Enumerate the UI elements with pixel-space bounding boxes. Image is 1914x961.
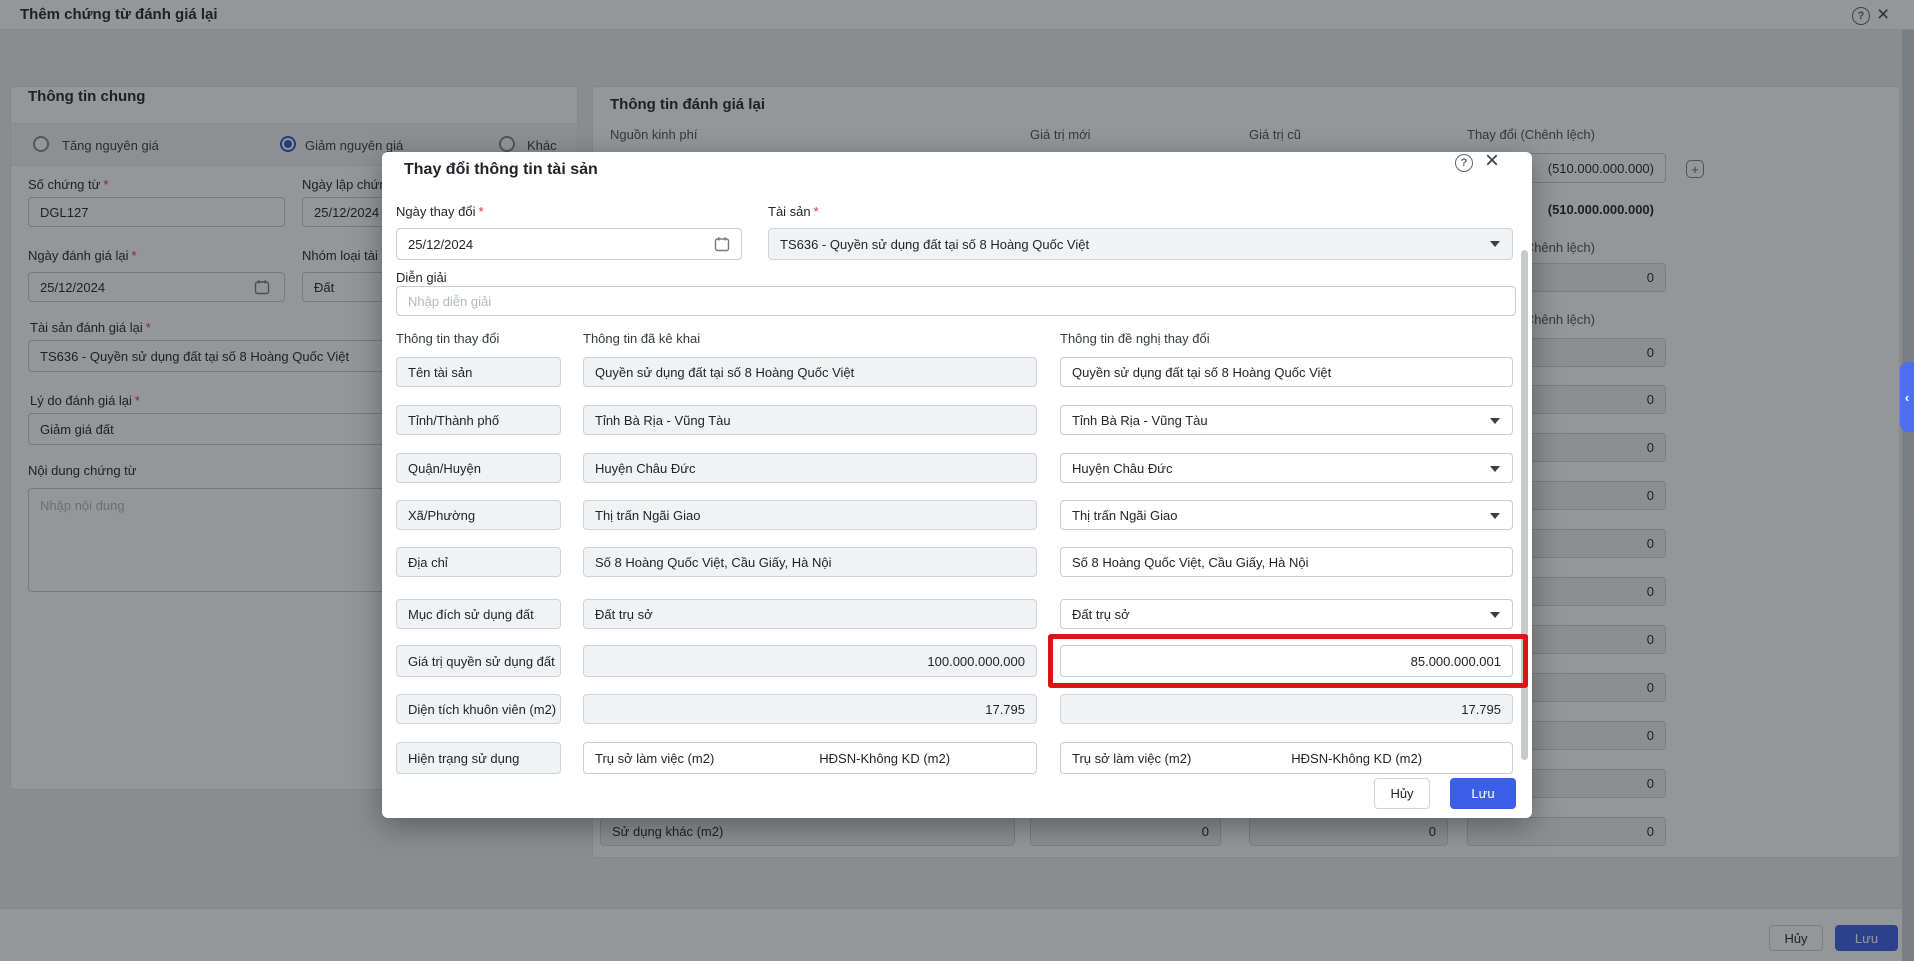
proposed-select[interactable]: Đất trụ sở: [1060, 599, 1513, 629]
chevron-down-icon: [1490, 418, 1500, 424]
modal-column-header: Thông tin thay đổi: [396, 331, 499, 346]
modal-save-button[interactable]: Lưu: [1450, 778, 1516, 809]
row-label-box: Địa chỉ: [396, 547, 561, 577]
declared-value: 17.795: [583, 694, 1037, 724]
proposed-input[interactable]: Quyền sử dụng đất tại số 8 Hoàng Quốc Vi…: [1060, 357, 1513, 387]
row-label-box: Hiện trạng sử dụng: [396, 742, 561, 774]
ngay-thay-doi-input[interactable]: 25/12/2024: [396, 228, 742, 260]
modal-column-header: Thông tin đề nghị thay đổi: [1060, 331, 1210, 346]
modal-cancel-button[interactable]: Hủy: [1374, 778, 1430, 809]
modal-title: Thay đổi thông tin tài sản: [404, 161, 598, 179]
declared-value: Đất trụ sở: [583, 599, 1037, 629]
declared-value: Thị trấn Ngãi Giao: [583, 500, 1037, 530]
chevron-down-icon: [1490, 241, 1500, 247]
field-label: Ngày thay đổi*: [396, 204, 484, 219]
chevron-down-icon: [1490, 466, 1500, 472]
row-label-box: Giá trị quyền sử dụng đất: [396, 645, 561, 677]
declared-value: Tỉnh Bà Rịa - Vũng Tàu: [583, 405, 1037, 435]
chevron-left-icon: ‹: [1905, 390, 1909, 405]
modal-column-header: Thông tin đã kê khai: [583, 331, 700, 346]
proposed-select[interactable]: Tỉnh Bà Rịa - Vũng Tàu: [1060, 405, 1513, 435]
tai-san-select[interactable]: TS636 - Quyền sử dụng đất tại số 8 Hoàng…: [768, 228, 1513, 260]
row-label-box: Tên tài sản: [396, 357, 561, 387]
modal-close-icon[interactable]: ×: [1485, 152, 1499, 170]
modal-footer: [383, 774, 1531, 817]
declared-value: 100.000.000.000: [583, 645, 1037, 677]
proposed-value-input[interactable]: 85.000.000.001: [1060, 645, 1513, 677]
chevron-down-icon: [1490, 513, 1500, 519]
declared-usage-box: Trụ sở làm việc (m2) HĐSN-Không KD (m2): [583, 742, 1037, 774]
calendar-icon[interactable]: [714, 236, 730, 252]
declared-value: Số 8 Hoàng Quốc Việt, Cầu Giấy, Hà Nội: [583, 547, 1037, 577]
collapse-panel-tab[interactable]: ‹: [1900, 362, 1914, 432]
proposed-usage-box: Trụ sở làm việc (m2) HĐSN-Không KD (m2): [1060, 742, 1513, 774]
row-label-box: Tỉnh/Thành phố: [396, 405, 561, 435]
proposed-select[interactable]: Huyện Châu Đức: [1060, 453, 1513, 483]
row-label-box: Mục đích sử dụng đất: [396, 599, 561, 629]
row-label-box: Xã/Phường: [396, 500, 561, 530]
row-label-box: Quận/Huyện: [396, 453, 561, 483]
proposed-value: 17.795: [1060, 694, 1513, 724]
field-label: Diễn giải: [396, 270, 447, 285]
dien-giai-input[interactable]: Nhập diễn giải: [396, 286, 1516, 316]
change-asset-modal: Thay đổi thông tin tài sản ? × Ngày thay…: [382, 152, 1532, 818]
modal-help-icon[interactable]: ?: [1455, 154, 1473, 172]
proposed-select[interactable]: Thị trấn Ngãi Giao: [1060, 500, 1513, 530]
declared-value: Huyện Châu Đức: [583, 453, 1037, 483]
chevron-down-icon: [1490, 612, 1500, 618]
field-label: Tài sản*: [768, 204, 819, 219]
proposed-input[interactable]: Số 8 Hoàng Quốc Việt, Cầu Giấy, Hà Nội: [1060, 547, 1513, 577]
declared-value: Quyền sử dụng đất tại số 8 Hoàng Quốc Vi…: [583, 357, 1037, 387]
row-label-box: Diện tích khuôn viên (m2): [396, 694, 561, 724]
